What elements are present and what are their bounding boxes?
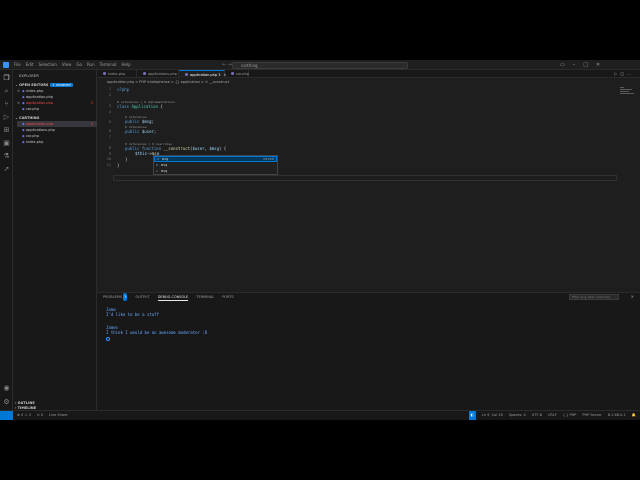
menu-terminal[interactable]: Terminal [100, 60, 117, 70]
file-item[interactable]: ◆index.php [17, 139, 97, 145]
ports-status[interactable]: ⊙ 0 [37, 411, 43, 420]
command-center-search[interactable]: carthing [232, 62, 408, 69]
remote-indicator-icon[interactable] [0, 411, 13, 420]
autocomplete-suggestions: ◇ msg mixed ◇ msg ▭ msg [153, 155, 278, 175]
live-share-icon[interactable]: ➚ [2, 165, 11, 174]
breadcrumb[interactable]: application.php > PHP Intelephense > {} … [97, 79, 640, 86]
minimize-icon[interactable]: – [573, 60, 576, 70]
close-window-icon[interactable]: ✕ [596, 60, 600, 70]
open-editor-item[interactable]: ◆car.php [17, 106, 97, 112]
code-editor[interactable]: 1 <?php 2 0 references | 0 implementatio… [97, 86, 640, 292]
window-controls: ▭ – □ ✕ [560, 60, 600, 70]
search-icon[interactable]: ⌕ [2, 87, 11, 96]
tab-application[interactable]: application.php 3 ✕ [179, 70, 226, 78]
remote-explorer-icon[interactable]: ▣ [2, 139, 11, 148]
code-line: <?php [117, 87, 130, 92]
explorer-sidebar: EXPLORER ⌄ OPEN EDITORS 1 unsaved ✕ ◆index… [13, 70, 97, 410]
live-share-status[interactable]: Live Share [49, 411, 67, 420]
menu-help[interactable]: Help [122, 60, 131, 70]
tab-debug-console[interactable]: DEBUG CONSOLE [157, 293, 189, 301]
menu-file[interactable]: File [14, 60, 21, 70]
account-icon[interactable]: ◉ [2, 384, 11, 393]
language-mode[interactable]: { } PHP [563, 411, 577, 420]
code-line: } [125, 157, 128, 162]
explorer-header: EXPLORER [19, 74, 39, 78]
tab-car[interactable]: car.php [225, 70, 249, 78]
code-line: public $user; [125, 129, 157, 134]
menu-view[interactable]: View [62, 60, 72, 70]
maximize-icon[interactable]: □ [583, 60, 588, 70]
code-line: class Application { [117, 104, 163, 109]
unsaved-badge: 1 unsaved [50, 83, 73, 87]
menu-selection[interactable]: Selection [38, 60, 56, 70]
vscode-window: File Edit Selection View Go Run Terminal… [0, 60, 640, 420]
cursor-position[interactable]: Ln 9, Col 16 [482, 411, 503, 420]
repl-prompt-icon[interactable] [106, 337, 110, 341]
line-number: 9 [108, 152, 111, 156]
open-editors-section[interactable]: ⌄ OPEN EDITORS 1 unsaved [15, 83, 73, 87]
problems-status[interactable]: ⊗ 0 ⚠ 3 [17, 411, 31, 420]
split-editor-icon[interactable]: ◫ [620, 71, 627, 76]
line-number: 8 [108, 146, 111, 150]
console-filter-input[interactable]: Filter (e.g. text, !exclude) [569, 294, 619, 300]
menu-bar: File Edit Selection View Go Run Terminal… [14, 60, 131, 70]
bottom-panel: PROBLEMS 3 OUTPUT DEBUG CONSOLE TERMINAL… [97, 292, 640, 415]
line-number: 1 [108, 87, 111, 91]
explorer-icon[interactable]: ❐ [2, 74, 11, 83]
line-number: 4 [108, 110, 111, 114]
tab-applications[interactable]: applications.php [137, 70, 179, 78]
indentation[interactable]: Spaces: 4 [509, 411, 526, 420]
tab-ports[interactable]: PORTS [222, 293, 233, 301]
extension-status-icon[interactable]: ◧ [468, 411, 476, 420]
current-line-highlight [113, 175, 617, 181]
source-control-icon[interactable]: ⑂ [2, 100, 11, 109]
tab-output[interactable]: OUTPUT [135, 293, 149, 301]
menu-run[interactable]: Run [87, 60, 95, 70]
line-number: 6 [108, 129, 111, 133]
encoding[interactable]: UTF-8 [532, 411, 542, 420]
testing-icon[interactable]: ⚗ [2, 152, 11, 161]
tab-terminal[interactable]: TERMINAL [196, 293, 214, 301]
status-bar: ⊗ 0 ⚠ 3 ⊙ 0 Live Share ◧ Ln 9, Col 16 Sp… [0, 410, 640, 420]
line-ending[interactable]: CRLF [548, 411, 557, 420]
console-output-line: I'd like to be a staff [106, 312, 159, 317]
php-version[interactable]: 8.1.68.0.1 [608, 411, 626, 420]
tab-problems[interactable]: PROBLEMS 3 [103, 293, 128, 301]
menu-edit[interactable]: Edit [26, 60, 34, 70]
tab-index[interactable]: index.php [97, 70, 137, 78]
project-section[interactable]: ⌄ CARTHING [15, 116, 39, 120]
line-number: 11 [106, 163, 111, 167]
code-line: public $msg; [125, 119, 154, 124]
suggestion-item[interactable]: ▭ msg [154, 168, 277, 174]
title-bar: File Edit Selection View Go Run Terminal… [0, 60, 640, 70]
vscode-logo-icon [3, 62, 9, 68]
run-debug-icon[interactable]: ▷ [2, 113, 11, 122]
layout-icon[interactable]: ▭ [560, 60, 565, 70]
line-number: 2 [108, 93, 111, 97]
line-number: 5 [108, 120, 111, 124]
manage-gear-icon[interactable]: ⚙ [2, 398, 11, 407]
nav-arrows-icon[interactable]: ← → [222, 60, 232, 70]
line-number: 10 [106, 157, 111, 161]
panel-tabs: PROBLEMS 3 OUTPUT DEBUG CONSOLE TERMINAL… [103, 293, 234, 301]
outline-section[interactable]: › OUTLINE [15, 401, 35, 405]
editor-tabs: index.php applications.php application.p… [97, 70, 640, 78]
extensions-icon[interactable]: ⊞ [2, 126, 11, 135]
more-actions-icon[interactable]: … [627, 71, 634, 76]
line-number: 3 [108, 104, 111, 108]
console-output-line: I think I would be an awesome moderator … [106, 330, 208, 335]
editor-actions: ▷◫… [614, 70, 634, 78]
php-server-status[interactable]: PHP Server [582, 411, 601, 420]
notifications-icon[interactable]: 🔔 [632, 411, 636, 420]
activity-bar: ❐ ⌕ ⑂ ▷ ⊞ ▣ ⚗ ➚ ◉ ⚙ [0, 70, 13, 410]
code-line: } [117, 163, 120, 168]
minimap[interactable] [620, 86, 638, 104]
menu-go[interactable]: Go [76, 60, 82, 70]
close-panel-icon[interactable]: ✕ [631, 293, 634, 301]
line-number: 7 [108, 135, 111, 139]
problems-badge: 3 [123, 293, 128, 301]
